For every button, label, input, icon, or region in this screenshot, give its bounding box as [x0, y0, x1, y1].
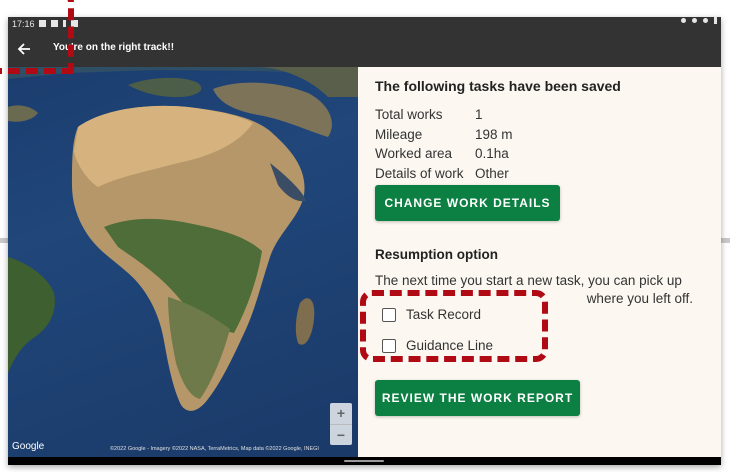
annotation-highlight-back: [0, 0, 74, 74]
change-work-details-button[interactable]: CHANGE WORK DETAILS: [375, 185, 560, 221]
tablet-screen: 17:16 You're on the right track!! Google…: [8, 17, 721, 465]
app-bar: You're on the right track!!: [8, 31, 721, 67]
zoom-control: + −: [330, 403, 352, 445]
bluetooth-icon: [681, 18, 686, 23]
zoom-out-button[interactable]: −: [330, 425, 352, 446]
info-label: Worked area: [375, 146, 453, 161]
work-info: Total works 1 Mileage 198 m Worked area …: [375, 105, 513, 183]
info-value: 198 m: [475, 126, 513, 142]
info-value: 1: [475, 107, 483, 122]
info-row-details: Details of work Other: [375, 164, 513, 184]
saved-tasks-title: The following tasks have been saved: [375, 78, 621, 94]
info-row-worked-area: Worked area 0.1ha: [375, 144, 513, 164]
map-view[interactable]: Google ©2022 Google - Imagery ©2022 NASA…: [8, 67, 358, 457]
info-value: 0.1ha: [475, 146, 509, 161]
info-label: Details of work: [375, 165, 464, 181]
resumption-desc-line1: The next time you start a new task, you …: [375, 273, 682, 288]
info-label: Mileage: [375, 126, 423, 142]
info-row-total-works: Total works 1: [375, 105, 513, 125]
summary-panel: The following tasks have been saved Tota…: [358, 67, 721, 457]
wifi-icon: [703, 18, 708, 23]
map-attribution: ©2022 Google - Imagery ©2022 NASA, Terra…: [110, 446, 319, 452]
info-row-mileage: Mileage 198 m: [375, 125, 513, 145]
home-handle[interactable]: [344, 460, 384, 462]
google-logo: Google: [12, 441, 45, 452]
status-bar: 17:16: [8, 17, 721, 31]
resumption-title: Resumption option: [375, 247, 498, 262]
zoom-in-button[interactable]: +: [330, 403, 352, 424]
review-work-report-button[interactable]: REVIEW THE WORK REPORT: [375, 380, 580, 416]
navigation-bar: [8, 457, 721, 465]
annotation-highlight-options: [360, 290, 548, 362]
location-icon: [692, 18, 697, 23]
system-icons: [681, 17, 717, 24]
info-label: Total works: [375, 107, 443, 122]
battery-icon: [714, 17, 717, 24]
info-value: Other: [475, 165, 509, 181]
satellite-map-image: [8, 67, 358, 411]
